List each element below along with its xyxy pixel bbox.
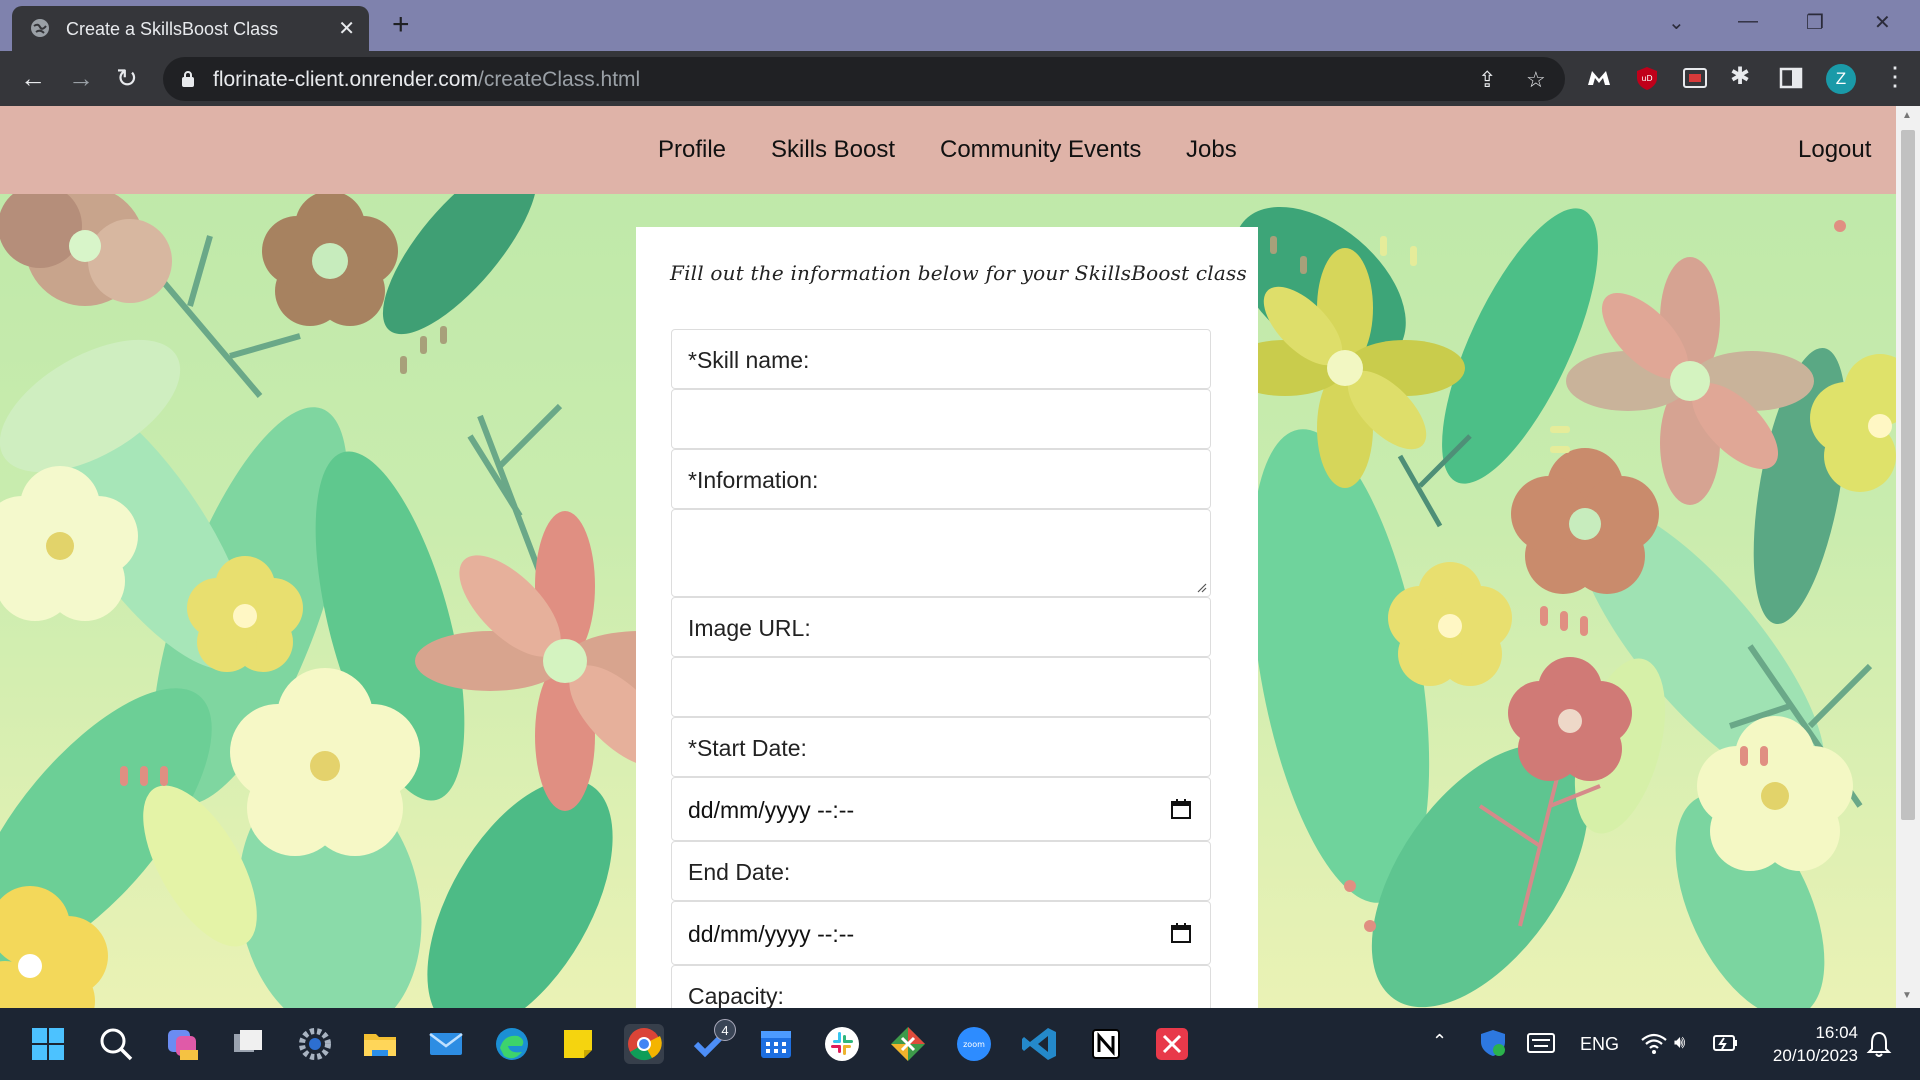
- extension-m-icon[interactable]: [1586, 65, 1612, 91]
- battery-icon[interactable]: [1712, 1030, 1740, 1056]
- logout-link[interactable]: Logout: [1798, 136, 1871, 164]
- windows-taskbar: zoom ⌃ ENG 🔊︎ 16:04 20/10/2023: [0, 1008, 1920, 1080]
- bookmark-star-icon[interactable]: ☆: [1526, 67, 1546, 93]
- svg-text:zoom: zoom: [963, 1040, 985, 1049]
- task-view-icon[interactable]: [228, 1024, 268, 1064]
- end-date-label: End Date:: [688, 859, 791, 885]
- keyboard-icon[interactable]: [1526, 1030, 1556, 1056]
- skill-name-input[interactable]: [671, 389, 1211, 449]
- back-icon[interactable]: ←: [20, 65, 46, 91]
- end-date-value: dd/mm/yyyy --:--: [688, 921, 855, 947]
- information-label-box: *Information:: [671, 449, 1211, 509]
- scrollbar-thumb[interactable]: [1901, 130, 1915, 820]
- side-panel-icon[interactable]: [1778, 65, 1804, 91]
- image-url-input[interactable]: [671, 657, 1211, 717]
- profile-avatar[interactable]: Z: [1826, 64, 1856, 94]
- clock-date: 20/10/2023: [1772, 1046, 1858, 1065]
- image-url-label-box: Image URL:: [671, 597, 1211, 657]
- resize-grip-icon[interactable]: [1195, 581, 1207, 593]
- browser-toolbar: ← → ↻ florinate-client.onrender.com/crea…: [0, 51, 1920, 106]
- minimize-icon[interactable]: —: [1738, 10, 1758, 33]
- forward-icon[interactable]: →: [68, 65, 94, 91]
- extensions-puzzle-icon[interactable]: ✱: [1730, 64, 1750, 90]
- notion-icon[interactable]: [1086, 1024, 1126, 1064]
- information-label: *Information:: [688, 467, 819, 493]
- volume-icon[interactable]: 🔊︎: [1674, 1032, 1685, 1053]
- form-heading: Fill out the information below for your …: [670, 261, 1247, 285]
- skill-name-label-box: *Skill name:: [671, 329, 1211, 389]
- share-icon[interactable]: ⇪: [1478, 67, 1496, 93]
- search-icon[interactable]: [96, 1024, 136, 1064]
- start-date-label: *Start Date:: [688, 735, 807, 761]
- scroll-down-icon[interactable]: ▼: [1902, 990, 1912, 1001]
- scroll-up-icon[interactable]: ▲: [1902, 110, 1912, 121]
- close-window-icon[interactable]: ✕: [1874, 10, 1891, 35]
- file-explorer-icon[interactable]: [360, 1024, 400, 1064]
- edge-browser-icon[interactable]: [492, 1024, 532, 1064]
- close-tab-icon[interactable]: ✕: [338, 16, 355, 41]
- calendar-app-icon[interactable]: [756, 1024, 796, 1064]
- svg-text:uD: uD: [1641, 74, 1652, 83]
- zoom-icon[interactable]: zoom: [954, 1024, 994, 1064]
- end-date-input[interactable]: dd/mm/yyyy --:--: [671, 901, 1211, 965]
- address-bar[interactable]: florinate-client.onrender.com/createClas…: [163, 57, 1565, 101]
- defender-shield-icon[interactable]: [1478, 1028, 1508, 1058]
- calendar-icon[interactable]: [1170, 922, 1192, 944]
- information-textarea[interactable]: [671, 509, 1211, 597]
- create-class-form: Fill out the information below for your …: [636, 227, 1258, 1008]
- nav-jobs-link[interactable]: Jobs: [1186, 136, 1237, 164]
- settings-gear-icon[interactable]: [295, 1024, 335, 1064]
- capacity-label-box: Capacity:: [671, 965, 1211, 1008]
- screen-recorder-icon[interactable]: [1682, 65, 1708, 91]
- wifi-icon[interactable]: [1640, 1030, 1668, 1056]
- snipping-tool-icon[interactable]: [1152, 1024, 1192, 1064]
- nav-community-events-link[interactable]: Community Events: [940, 136, 1141, 164]
- lock-icon: [182, 71, 194, 87]
- system-clock[interactable]: 16:04 20/10/2023: [1758, 1021, 1858, 1067]
- todo-badge-count: 4: [714, 1019, 736, 1041]
- ublock-icon[interactable]: uD: [1634, 65, 1660, 91]
- url-path: /createClass.html: [477, 68, 641, 91]
- gitkraken-icon[interactable]: [888, 1024, 928, 1064]
- slack-icon[interactable]: [822, 1024, 862, 1064]
- end-date-label-box: End Date:: [671, 841, 1211, 901]
- globe-icon: [31, 19, 49, 37]
- vscode-icon[interactable]: [1020, 1024, 1060, 1064]
- url-text: florinate-client.onrender.com/createClas…: [213, 68, 640, 92]
- tab-search-icon[interactable]: ⌄: [1668, 10, 1685, 35]
- capacity-label: Capacity:: [688, 983, 784, 1008]
- browser-tab[interactable]: Create a SkillsBoost Class ✕: [12, 6, 369, 51]
- language-indicator[interactable]: ENG: [1580, 1034, 1619, 1055]
- start-date-value: dd/mm/yyyy --:--: [688, 797, 855, 823]
- notification-bell-icon[interactable]: [1866, 1030, 1892, 1058]
- tab-strip: Create a SkillsBoost Class ✕ + ⌄ — ❐ ✕: [0, 0, 1920, 51]
- page-scrollbar[interactable]: ▲ ▼: [1896, 106, 1920, 1008]
- new-tab-button[interactable]: +: [392, 8, 410, 42]
- image-url-label: Image URL:: [688, 615, 811, 641]
- site-navbar: Profile Skills Boost Community Events Jo…: [0, 106, 1896, 194]
- web-page: Profile Skills Boost Community Events Jo…: [0, 106, 1896, 1008]
- sticky-notes-icon[interactable]: [558, 1024, 598, 1064]
- start-date-input[interactable]: dd/mm/yyyy --:--: [671, 777, 1211, 841]
- windows-start-icon[interactable]: [28, 1024, 68, 1064]
- start-date-label-box: *Start Date:: [671, 717, 1211, 777]
- chrome-icon[interactable]: [624, 1024, 664, 1064]
- restore-icon[interactable]: ❐: [1806, 10, 1824, 35]
- clock-time: 16:04: [1815, 1023, 1858, 1042]
- calendar-icon[interactable]: [1170, 798, 1192, 820]
- url-host: florinate-client.onrender.com: [213, 68, 478, 91]
- menu-kebab-icon[interactable]: ⋮: [1882, 63, 1908, 89]
- copilot-icon[interactable]: [162, 1024, 202, 1064]
- tray-overflow-chevron-icon[interactable]: ⌃: [1432, 1031, 1447, 1052]
- reload-icon[interactable]: ↻: [116, 65, 138, 91]
- mail-icon[interactable]: [426, 1024, 466, 1064]
- tab-title: Create a SkillsBoost Class: [66, 19, 279, 39]
- skill-name-label: *Skill name:: [688, 347, 810, 373]
- nav-skills-boost-link[interactable]: Skills Boost: [771, 136, 895, 164]
- nav-profile-link[interactable]: Profile: [658, 136, 726, 164]
